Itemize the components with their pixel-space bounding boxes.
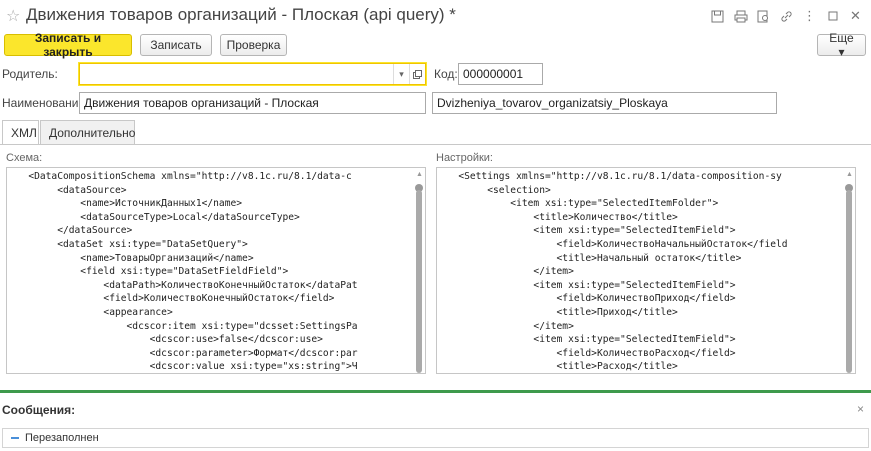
name-label: Наименование:: [2, 96, 89, 110]
maximize-icon[interactable]: [821, 6, 844, 26]
favorite-star-icon[interactable]: ☆: [6, 6, 20, 26]
message-text: Перезаполнен: [25, 432, 99, 444]
tab-bar: ХМЛ Дополнительно: [0, 120, 871, 145]
open-icon[interactable]: [409, 64, 425, 84]
save-and-close-button[interactable]: Записать и закрыть: [4, 31, 132, 59]
command-bar: Записать и закрыть Записать Проверка Еще…: [0, 31, 871, 59]
code-field[interactable]: 000000001: [458, 63, 543, 85]
schema-scrollbar[interactable]: ▲: [413, 168, 425, 373]
code-label: Код:: [434, 67, 458, 81]
messages-close-icon[interactable]: ×: [857, 402, 864, 416]
settings-scrollbar[interactable]: ▲: [843, 168, 855, 373]
messages-title: Сообщения:: [2, 403, 76, 417]
more-icon[interactable]: ⋮: [798, 6, 821, 26]
preview-icon[interactable]: [752, 6, 775, 26]
close-icon[interactable]: ✕: [844, 6, 867, 26]
parent-field[interactable]: ▾: [79, 63, 426, 85]
messages-separator[interactable]: [0, 390, 871, 393]
schema-editor[interactable]: <DataCompositionSchema xmlns="http://v8.…: [6, 167, 426, 374]
tab-additional[interactable]: Дополнительно: [40, 120, 135, 144]
schema-label: Схема:: [6, 152, 43, 164]
name-field[interactable]: Движения товаров организаций - Плоская: [79, 92, 426, 114]
title-actions: ⋮ ✕: [706, 6, 867, 26]
link-icon[interactable]: [775, 6, 798, 26]
schema-scroll-thumb[interactable]: [416, 190, 422, 373]
tab-divider: [0, 144, 871, 145]
message-marker-icon: [11, 437, 19, 439]
settings-editor[interactable]: <Settings xmlns="http://v8.1c.ru/8.1/dat…: [436, 167, 856, 374]
name-translit-field[interactable]: Dvizheniya_tovarov_organizatsiy_Ploskaya: [432, 92, 777, 114]
save-icon[interactable]: [706, 6, 729, 26]
scroll-up-icon[interactable]: ▲: [846, 171, 853, 178]
settings-code: <Settings xmlns="http://v8.1c.ru/8.1/dat…: [458, 171, 788, 373]
scroll-up-icon[interactable]: ▲: [416, 171, 423, 178]
dropdown-arrow-icon[interactable]: ▾: [393, 64, 409, 84]
settings-label: Настройки:: [436, 152, 493, 164]
settings-scroll-thumb[interactable]: [846, 190, 852, 373]
check-button[interactable]: Проверка: [220, 34, 287, 56]
schema-code: <DataCompositionSchema xmlns="http://v8.…: [28, 171, 358, 373]
tab-xml[interactable]: ХМЛ: [2, 120, 39, 145]
more-button[interactable]: Еще ▾: [817, 31, 866, 59]
parent-label: Родитель:: [2, 67, 58, 81]
print-icon[interactable]: [729, 6, 752, 26]
save-button[interactable]: Записать: [140, 34, 212, 56]
title-bar: ☆ Движения товаров организаций - Плоская…: [0, 0, 871, 32]
message-item[interactable]: Перезаполнен: [2, 428, 869, 448]
window-title: Движения товаров организаций - Плоская (…: [26, 5, 456, 24]
